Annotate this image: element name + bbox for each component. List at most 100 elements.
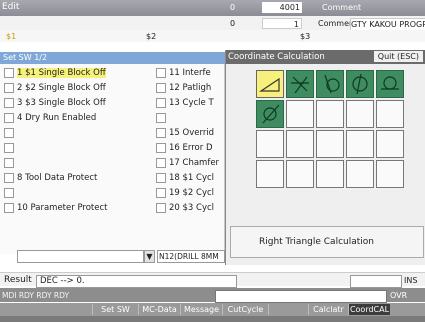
empty-tile[interactable] <box>316 160 344 188</box>
left-switch-row[interactable] <box>4 156 154 170</box>
left-switch-row[interactable] <box>4 141 154 155</box>
empty-tile[interactable] <box>346 100 374 128</box>
checkbox[interactable] <box>156 172 166 183</box>
program-number-field[interactable]: 4001 <box>262 2 302 13</box>
arc-line-tile[interactable] <box>346 70 374 98</box>
checkbox[interactable] <box>4 157 14 168</box>
insert-mode-label: INS <box>404 276 418 285</box>
left-switch-row[interactable]: 3 $3 Single Block Off <box>4 96 154 110</box>
left-switch-row[interactable]: 8 Tool Data Protect <box>4 171 154 185</box>
empty-tile[interactable] <box>376 160 404 188</box>
checkbox[interactable] <box>4 112 14 123</box>
left-switch-row[interactable]: 4 Dry Run Enabled <box>4 111 154 125</box>
line-number-field[interactable]: 1 <box>262 18 302 29</box>
checkbox[interactable] <box>156 97 166 108</box>
checkbox[interactable] <box>156 67 166 78</box>
left-switch-row[interactable]: 2 $2 Single Block Off <box>4 81 154 95</box>
checkbox[interactable] <box>4 172 14 183</box>
checkbox[interactable] <box>156 157 166 168</box>
empty-tile[interactable] <box>286 160 314 188</box>
circle-line-icon <box>262 104 280 124</box>
line-intersect-icon <box>291 76 309 94</box>
checkbox[interactable] <box>4 67 14 78</box>
right-switch-row[interactable]: 12 Patligh <box>156 81 226 95</box>
right-switch-row[interactable]: 19 $2 Cycl <box>156 186 226 200</box>
checkbox[interactable] <box>156 127 166 138</box>
tab-system-1[interactable]: $1 <box>6 31 16 42</box>
line-intersect-tile[interactable] <box>286 70 314 98</box>
empty-tile[interactable] <box>316 100 344 128</box>
set-sw-panel: 1 $1 Single Block Off 2 $2 Single Block O… <box>0 64 225 254</box>
softkey-message[interactable]: Message <box>180 304 222 315</box>
coordinate-calculation-dialog: Coordinate Calculation Quit (ESC) Right … <box>225 50 425 265</box>
checkbox[interactable] <box>4 142 14 153</box>
checkbox[interactable] <box>4 187 14 198</box>
softkey-set-sw[interactable]: Set SW <box>92 304 138 315</box>
empty-tile[interactable] <box>256 160 284 188</box>
line-arc-tile[interactable] <box>316 70 344 98</box>
empty-tile[interactable] <box>286 130 314 158</box>
checkbox[interactable] <box>156 202 166 213</box>
switch-label: 12 Patligh <box>169 83 212 93</box>
switch-label: 20 $3 Cycl <box>169 203 215 213</box>
checkbox[interactable] <box>4 97 14 108</box>
bottom-strip <box>0 316 425 322</box>
status-bar: MDI RDY RDY RDY OVR <box>0 288 425 303</box>
right-switch-row[interactable] <box>156 111 226 125</box>
switch-label: 8 Tool Data Protect <box>17 173 98 183</box>
right-switch-row[interactable]: 11 Interfe <box>156 66 226 80</box>
result-value-field[interactable]: DEC --> 0. <box>36 275 237 288</box>
softkey-blank[interactable] <box>268 304 308 315</box>
switch-label: 3 $3 Single Block Off <box>17 98 106 108</box>
left-switch-row[interactable] <box>4 186 154 200</box>
switch-label: 10 Parameter Protect <box>17 203 108 213</box>
left-switch-row[interactable]: 10 Parameter Protect <box>4 201 154 215</box>
checkbox[interactable] <box>156 142 166 153</box>
circle-line-tile[interactable] <box>256 100 284 128</box>
right-triangle-tile[interactable] <box>256 70 284 98</box>
checkbox[interactable] <box>156 112 166 123</box>
softkey-calclatr[interactable]: Calclatr <box>308 304 348 315</box>
switch-label: 17 Chamfer <box>169 158 220 168</box>
selector-input[interactable] <box>17 250 144 263</box>
checkbox[interactable] <box>4 202 14 213</box>
program-select[interactable]: N12(DRILL 8MM <box>157 250 225 263</box>
empty-tile[interactable] <box>346 160 374 188</box>
checkbox[interactable] <box>156 187 166 198</box>
softkey-mc-data[interactable]: MC-Data <box>138 304 180 315</box>
switch-label: 15 Overrid <box>169 128 215 138</box>
empty-tile[interactable] <box>376 130 404 158</box>
right-switch-row[interactable]: 15 Overrid <box>156 126 226 140</box>
left-switch-row[interactable] <box>4 126 154 140</box>
line-arc-icon <box>324 74 340 94</box>
right-switch-row[interactable]: 17 Chamfer <box>156 156 226 170</box>
tab-system-3[interactable]: $3 <box>300 31 310 42</box>
empty-tile[interactable] <box>256 130 284 158</box>
right-switch-row[interactable]: 18 $1 Cycl <box>156 171 226 185</box>
checkbox[interactable] <box>4 127 14 138</box>
empty-tile[interactable] <box>376 100 404 128</box>
dropdown-arrow-button[interactable]: ▼ <box>144 250 155 263</box>
switch-label: 11 Interfe <box>169 68 211 78</box>
circle-tangent-tile[interactable] <box>376 70 404 98</box>
empty-tile[interactable] <box>316 130 344 158</box>
right-switch-row[interactable]: 13 Cycle T <box>156 96 226 110</box>
switch-label: 19 $2 Cycl <box>169 188 215 198</box>
status-field-zero: 0 <box>230 3 236 12</box>
empty-tile[interactable] <box>346 130 374 158</box>
left-switch-row[interactable]: 1 $1 Single Block Off <box>4 66 154 80</box>
empty-tile[interactable] <box>286 100 314 128</box>
line-zero-field: 0 <box>230 19 236 28</box>
result-bar: Result DEC --> 0. INS <box>0 272 425 288</box>
checkbox[interactable] <box>156 82 166 93</box>
softkey-cutcycle[interactable]: CutCycle <box>222 304 268 315</box>
right-switch-row[interactable]: 20 $3 Cycl <box>156 201 226 215</box>
right-switch-row[interactable]: 16 Error D <box>156 141 226 155</box>
switch-label: 2 $2 Single Block Off <box>17 83 106 93</box>
tab-system-2[interactable]: $2 <box>146 31 156 42</box>
quit-button[interactable]: Quit (ESC) <box>373 51 423 62</box>
softkey-coordcal[interactable]: CoordCAL <box>348 304 390 315</box>
window-title: Edit <box>2 2 20 12</box>
checkbox[interactable] <box>4 82 14 93</box>
result-aux-field <box>350 275 402 288</box>
